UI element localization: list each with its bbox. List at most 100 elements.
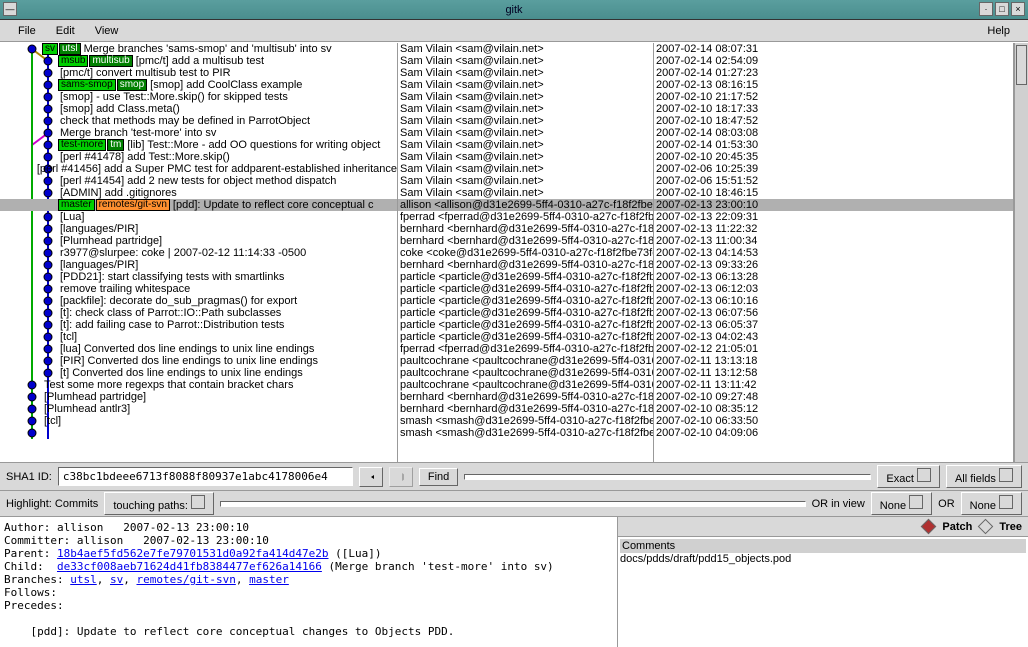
commit-date[interactable]: 2007-02-10 18:17:33 [654, 103, 1013, 115]
commit-date[interactable]: 2007-02-13 06:12:03 [654, 283, 1013, 295]
commit-author[interactable]: particle <particle@d31e2699-5ff4-0310-a2… [398, 331, 653, 343]
commit-author[interactable]: fperrad <fperrad@d31e2699-5ff4-0310-a27c… [398, 211, 653, 223]
commit-author[interactable]: paultcochrane <paultcochrane@d31e2699-5f… [398, 355, 653, 367]
sha-field[interactable]: c38bc1bdeee6713f8088f80937e1abc4178006e4 [58, 467, 353, 486]
commit-row[interactable]: sams-smopsmop[smop] add CoolClass exampl… [0, 79, 397, 91]
commit-row[interactable]: check that methods may be defined in Par… [0, 115, 397, 127]
commit-row[interactable]: [t]: check class of Parrot::IO::Path sub… [0, 307, 397, 319]
commit-author[interactable]: Sam Vilain <sam@vilain.net> [398, 55, 653, 67]
commit-author[interactable]: Sam Vilain <sam@vilain.net> [398, 115, 653, 127]
commit-author[interactable]: smash <smash@d31e2699-5ff4-0310-a27c-f18… [398, 415, 653, 427]
view-dropdown-1[interactable]: None [871, 492, 932, 515]
commit-row[interactable]: svutslMerge branches 'sams-smop' and 'mu… [0, 43, 397, 55]
commit-author[interactable]: Sam Vilain <sam@vilain.net> [398, 139, 653, 151]
commit-author[interactable]: paultcochrane <paultcochrane@d31e2699-5f… [398, 379, 653, 391]
commit-date[interactable]: 2007-02-14 02:54:09 [654, 55, 1013, 67]
commit-date[interactable]: 2007-02-06 10:25:39 [654, 163, 1013, 175]
find-button[interactable]: Find [419, 468, 458, 486]
commit-date[interactable]: 2007-02-11 13:11:42 [654, 379, 1013, 391]
commit-author[interactable]: paultcochrane <paultcochrane@d31e2699-5f… [398, 367, 653, 379]
commit-author[interactable]: Sam Vilain <sam@vilain.net> [398, 103, 653, 115]
commit-author[interactable]: bernhard <bernhard@d31e2699-5ff4-0310-a2… [398, 403, 653, 415]
commit-author[interactable]: Sam Vilain <sam@vilain.net> [398, 187, 653, 199]
minimize-button[interactable]: · [979, 2, 993, 16]
nav-back-button[interactable] [359, 467, 383, 487]
commit-row[interactable]: [Lua] [0, 211, 397, 223]
commit-author[interactable]: particle <particle@d31e2699-5ff4-0310-a2… [398, 307, 653, 319]
commit-author[interactable]: Sam Vilain <sam@vilain.net> [398, 43, 653, 55]
menu-file[interactable]: File [8, 23, 46, 39]
commit-row[interactable]: [tcl] [0, 331, 397, 343]
commit-date[interactable]: 2007-02-13 11:00:34 [654, 235, 1013, 247]
commit-date[interactable]: 2007-02-13 06:10:16 [654, 295, 1013, 307]
commit-row[interactable]: [PIR] Converted dos line endings to unix… [0, 355, 397, 367]
commit-author[interactable]: coke <coke@d31e2699-5ff4-0310-a27c-f18f2… [398, 247, 653, 259]
commit-row[interactable]: r3977@slurpee: coke | 2007-02-12 11:14:3… [0, 247, 397, 259]
commit-date[interactable]: 2007-02-13 23:00:10 [654, 199, 1013, 211]
commit-row[interactable]: Merge branch 'test-more' into sv [0, 127, 397, 139]
file-path[interactable]: docs/pdds/draft/pdd15_objects.pod [620, 553, 1026, 565]
commit-date[interactable]: 2007-02-13 09:33:26 [654, 259, 1013, 271]
menu-edit[interactable]: Edit [46, 23, 85, 39]
close-button[interactable]: × [1011, 2, 1025, 16]
commit-date[interactable]: 2007-02-10 21:17:52 [654, 91, 1013, 103]
commit-date[interactable]: 2007-02-10 18:46:15 [654, 187, 1013, 199]
parent-link[interactable]: 18b4aef5fd562e7fe79701531d0a92fa414d47e2… [57, 547, 329, 560]
commit-row[interactable]: [smop] - use Test::More.skip() for skipp… [0, 91, 397, 103]
tree-radio[interactable] [978, 519, 994, 535]
commit-date[interactable]: 2007-02-13 06:05:37 [654, 319, 1013, 331]
patch-radio[interactable] [921, 519, 937, 535]
column-date[interactable]: 2007-02-14 08:07:312007-02-14 02:54:0920… [654, 43, 1014, 462]
commit-author[interactable]: bernhard <bernhard@d31e2699-5ff4-0310-a2… [398, 259, 653, 271]
all-fields-dropdown[interactable]: All fields [946, 465, 1022, 488]
commit-date[interactable]: 2007-02-10 06:33:50 [654, 415, 1013, 427]
commit-date[interactable]: 2007-02-10 04:09:06 [654, 427, 1013, 439]
commit-author[interactable]: allison <allison@d31e2699-5ff4-0310-a27c… [398, 199, 653, 211]
commit-row[interactable]: [tcl] [0, 415, 397, 427]
window-menu-button[interactable]: — [3, 2, 17, 16]
commit-date[interactable]: 2007-02-13 11:22:32 [654, 223, 1013, 235]
commit-date[interactable]: 2007-02-13 06:07:56 [654, 307, 1013, 319]
commit-author[interactable]: Sam Vilain <sam@vilain.net> [398, 175, 653, 187]
commit-author[interactable]: Sam Vilain <sam@vilain.net> [398, 79, 653, 91]
maximize-button[interactable]: □ [995, 2, 1009, 16]
child-link[interactable]: de33cf008aeb71624d41fb8384477ef626a14166 [57, 560, 322, 573]
commit-author[interactable]: smash <smash@d31e2699-5ff4-0310-a27c-f18… [398, 427, 653, 439]
commit-date[interactable]: 2007-02-13 22:09:31 [654, 211, 1013, 223]
commit-row[interactable]: [perl #41478] add Test::More.skip() [0, 151, 397, 163]
commit-row[interactable]: [PDD21]: start classifying tests with sm… [0, 271, 397, 283]
commit-author[interactable]: particle <particle@d31e2699-5ff4-0310-a2… [398, 283, 653, 295]
commit-author[interactable]: Sam Vilain <sam@vilain.net> [398, 151, 653, 163]
commit-author[interactable]: bernhard <bernhard@d31e2699-5ff4-0310-a2… [398, 235, 653, 247]
commit-author[interactable]: Sam Vilain <sam@vilain.net> [398, 127, 653, 139]
commit-author[interactable]: Sam Vilain <sam@vilain.net> [398, 163, 653, 175]
commit-row[interactable]: remove trailing whitespace [0, 283, 397, 295]
commit-date[interactable]: 2007-02-10 09:27:48 [654, 391, 1013, 403]
commit-date[interactable]: 2007-02-13 04:14:53 [654, 247, 1013, 259]
commit-author[interactable]: particle <particle@d31e2699-5ff4-0310-a2… [398, 295, 653, 307]
commit-date[interactable]: 2007-02-13 06:13:28 [654, 271, 1013, 283]
commit-row[interactable]: [Plumhead partridge] [0, 235, 397, 247]
commit-date[interactable]: 2007-02-10 08:35:12 [654, 403, 1013, 415]
commit-row[interactable]: [smop] add Class.meta() [0, 103, 397, 115]
commit-row[interactable]: [t] Converted dos line endings to unix l… [0, 367, 397, 379]
column-author[interactable]: Sam Vilain <sam@vilain.net>Sam Vilain <s… [398, 43, 654, 462]
commit-row[interactable]: [t]: add failing case to Parrot::Distrib… [0, 319, 397, 331]
commit-author[interactable]: bernhard <bernhard@d31e2699-5ff4-0310-a2… [398, 391, 653, 403]
file-list-body[interactable]: Comments docs/pdds/draft/pdd15_objects.p… [618, 537, 1028, 647]
commit-row[interactable]: [lua] Converted dos line endings to unix… [0, 343, 397, 355]
commit-date[interactable]: 2007-02-14 01:27:23 [654, 67, 1013, 79]
commit-date[interactable]: 2007-02-13 04:02:43 [654, 331, 1013, 343]
find-input[interactable] [464, 474, 871, 480]
commit-row[interactable]: Test some more regexps that contain brac… [0, 379, 397, 391]
commit-row[interactable] [0, 427, 397, 439]
commit-list-scrollbar[interactable] [1014, 43, 1028, 462]
commit-date[interactable]: 2007-02-10 20:45:35 [654, 151, 1013, 163]
column-graph-message[interactable]: svutslMerge branches 'sams-smop' and 'mu… [0, 43, 398, 462]
commit-date[interactable]: 2007-02-12 21:05:01 [654, 343, 1013, 355]
branch-link[interactable]: remotes/git-svn [136, 573, 235, 586]
commit-author[interactable]: Sam Vilain <sam@vilain.net> [398, 67, 653, 79]
branch-link[interactable]: utsl [70, 573, 97, 586]
menu-help[interactable]: Help [977, 23, 1020, 39]
branch-link[interactable]: master [249, 573, 289, 586]
